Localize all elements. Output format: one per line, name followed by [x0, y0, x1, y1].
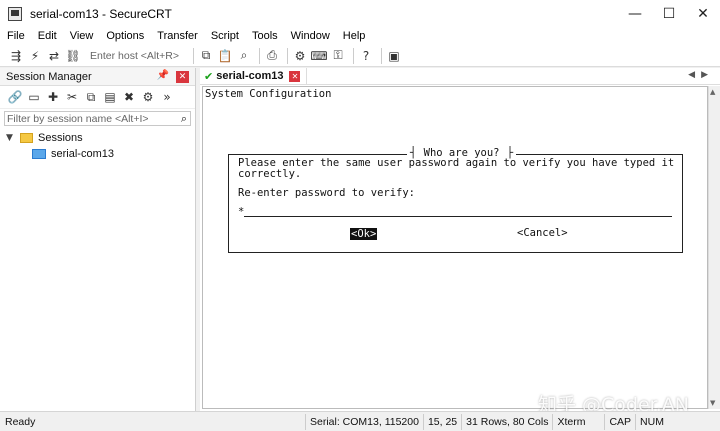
- monitor-icon: [32, 149, 46, 159]
- dialog-message-line2: correctly.: [238, 168, 302, 180]
- status-terminal-size: 31 Rows, 80 Cols: [461, 413, 552, 430]
- menu-window[interactable]: Window: [291, 30, 330, 42]
- session-manager-close-icon[interactable]: ✕: [176, 71, 189, 83]
- dialog-message-line1: Please enter the same user password agai…: [238, 157, 675, 169]
- scroll-up-icon[interactable]: ▲: [710, 88, 715, 96]
- tree-session-serial-com13[interactable]: serial-com13: [0, 146, 195, 162]
- menu-view[interactable]: View: [70, 30, 94, 42]
- maximize-button[interactable]: ☐: [652, 0, 686, 27]
- tab-label: serial-com13: [216, 70, 284, 82]
- toolbar-divider: [381, 47, 383, 64]
- reconnect-icon[interactable]: ⇄: [46, 48, 62, 64]
- help-icon[interactable]: ?: [358, 48, 374, 64]
- quick-connect-icon[interactable]: ⚡: [27, 48, 43, 64]
- status-bar: Ready Serial: COM13, 115200 15, 25 31 Ro…: [0, 411, 720, 431]
- toolbar-divider: [353, 47, 355, 64]
- folder-icon: [20, 133, 33, 143]
- terminal-panel: ✔ serial-com13 ✕ ◀▶ System Configuration…: [200, 67, 720, 411]
- session-filter: ⌕: [4, 111, 191, 126]
- status-caps-lock: CAP: [604, 413, 635, 430]
- settings-gear-icon[interactable]: ⚙: [292, 48, 308, 64]
- menu-transfer[interactable]: Transfer: [157, 30, 198, 42]
- host-input[interactable]: Enter host <Alt+R>: [90, 50, 179, 62]
- print-icon[interactable]: ⎙: [264, 48, 280, 64]
- window-title: serial-com13 - SecureCRT: [30, 6, 172, 21]
- status-emulation: Xterm: [552, 413, 604, 430]
- connect-tab-icon[interactable]: ▭: [25, 89, 43, 105]
- keymap-icon[interactable]: ⌨: [310, 48, 327, 64]
- password-dialog: Who are you? Please enter the same user …: [228, 147, 683, 253]
- password-prompt-label: Re-enter password to verify:: [238, 187, 416, 199]
- add-icon[interactable]: ✚: [44, 89, 62, 105]
- paste-icon[interactable]: 📋: [217, 48, 233, 64]
- status-num-lock: NUM: [635, 413, 668, 430]
- find-icon[interactable]: ⌕: [236, 48, 252, 64]
- menu-edit[interactable]: Edit: [38, 30, 57, 42]
- status-ready: Ready: [5, 415, 36, 428]
- window-controls: — ☐ ✕: [618, 0, 720, 27]
- pin-icon[interactable]: 📌: [157, 70, 169, 81]
- collapse-chevron-icon[interactable]: ▼: [6, 133, 18, 143]
- terminal-screen[interactable]: System Configuration Who are you? Please…: [202, 86, 708, 409]
- menu-help[interactable]: Help: [343, 30, 366, 42]
- tab-serial-com13[interactable]: ✔ serial-com13 ✕: [200, 67, 308, 85]
- tab-scroll-arrows-icon[interactable]: ◀▶: [688, 70, 714, 80]
- tree-folder-sessions[interactable]: ▼ Sessions: [0, 130, 195, 146]
- paste-icon[interactable]: ▤: [101, 89, 119, 105]
- scroll-down-icon[interactable]: ▼: [710, 399, 715, 407]
- copy-icon[interactable]: ⧉: [198, 48, 214, 64]
- session-manager-panel: Session Manager 📌 ✕ 🔗 ▭ ✚ ✂ ⧉ ▤ ✖ ⚙ » ⌕ …: [0, 68, 196, 411]
- main-toolbar: ⇶ ⚡ ⇄ ⛓ Enter host <Alt+R> ⧉ 📋 ⌕ ⎙ ⚙ ⌨ ⚿…: [0, 45, 720, 67]
- toolbar-divider: [287, 47, 289, 64]
- menu-tools[interactable]: Tools: [252, 30, 278, 42]
- minimize-button[interactable]: —: [618, 0, 652, 27]
- menu-script[interactable]: Script: [211, 30, 239, 42]
- terminal-header-text: System Configuration: [205, 88, 332, 100]
- sftp-icon[interactable]: ▣: [386, 48, 402, 64]
- tree-folder-label: Sessions: [38, 132, 83, 144]
- copy-icon[interactable]: ⧉: [82, 89, 100, 105]
- more-chevron-icon[interactable]: »: [158, 89, 176, 105]
- tab-close-icon[interactable]: ✕: [289, 70, 301, 82]
- menu-options[interactable]: Options: [106, 30, 144, 42]
- session-manager-toolbar: 🔗 ▭ ✚ ✂ ⧉ ▤ ✖ ⚙ »: [0, 86, 195, 109]
- tab-bar: ✔ serial-com13 ✕ ◀▶: [200, 67, 720, 85]
- status-cursor-position: 15, 25: [422, 413, 461, 430]
- status-connection: Serial: COM13, 115200: [305, 413, 423, 430]
- session-filter-input[interactable]: [7, 112, 177, 125]
- session-manager-title: Session Manager: [6, 70, 92, 83]
- toolbar-divider: [259, 47, 261, 64]
- title-bar: serial-com13 - SecureCRT — ☐ ✕: [0, 0, 720, 27]
- connected-check-icon: ✔: [204, 69, 214, 83]
- link-icon[interactable]: 🔗: [6, 89, 24, 105]
- connect-icon[interactable]: ⇶: [8, 48, 24, 64]
- disconnect-icon[interactable]: ⛓: [65, 48, 81, 64]
- close-button[interactable]: ✕: [686, 0, 720, 27]
- password-input-underline: [244, 216, 672, 217]
- vertical-scrollbar[interactable]: ▲ ▼: [708, 86, 720, 409]
- menu-bar: File Edit View Options Transfer Script T…: [0, 27, 720, 45]
- delete-icon[interactable]: ✖: [120, 89, 138, 105]
- cut-icon[interactable]: ✂: [63, 89, 81, 105]
- toolbar-divider: [193, 47, 195, 64]
- key-agent-icon[interactable]: ⚿: [330, 48, 346, 64]
- tree-session-label: serial-com13: [51, 148, 114, 160]
- search-icon[interactable]: ⌕: [181, 112, 187, 126]
- session-manager-header: Session Manager 📌 ✕: [0, 68, 195, 86]
- menu-file[interactable]: File: [7, 30, 25, 42]
- session-tree: ▼ Sessions serial-com13: [0, 128, 195, 162]
- properties-gear-icon[interactable]: ⚙: [139, 89, 157, 105]
- ok-button[interactable]: <Ok>: [350, 228, 378, 240]
- securecrt-app-icon[interactable]: [8, 6, 22, 21]
- cancel-button[interactable]: <Cancel>: [517, 227, 568, 239]
